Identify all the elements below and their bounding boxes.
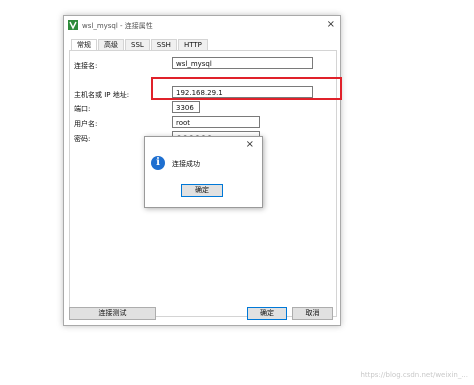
- cancel-button[interactable]: 取消: [292, 307, 333, 320]
- window-title: wsl_mysql - 连接属性: [82, 22, 153, 30]
- connection-name-label: 连接名:: [74, 62, 98, 70]
- message-close-icon[interactable]: ×: [246, 139, 254, 150]
- host-label: 主机名或 IP 地址:: [74, 91, 130, 99]
- username-field[interactable]: root: [172, 116, 260, 128]
- host-highlight-box: [151, 77, 342, 100]
- success-message-box: × i 连接成功 确定: [144, 136, 263, 208]
- message-ok-button[interactable]: 确定: [181, 184, 223, 197]
- watermark: https://blog.csdn.net/weixin_...: [360, 371, 468, 379]
- info-icon: i: [151, 156, 165, 170]
- ok-button[interactable]: 确定: [247, 307, 287, 320]
- test-connection-button[interactable]: 连接测试: [69, 307, 156, 320]
- close-icon[interactable]: ×: [327, 19, 335, 30]
- message-text: 连接成功: [172, 160, 200, 168]
- port-field[interactable]: 3306: [172, 101, 200, 113]
- title-bar: wsl_mysql - 连接属性 ×: [64, 16, 340, 36]
- username-label: 用户名:: [74, 120, 98, 128]
- navicat-app-icon: [68, 20, 78, 30]
- password-label: 密码:: [74, 135, 91, 143]
- port-label: 端口:: [74, 105, 91, 113]
- connection-name-field[interactable]: wsl_mysql: [172, 57, 313, 69]
